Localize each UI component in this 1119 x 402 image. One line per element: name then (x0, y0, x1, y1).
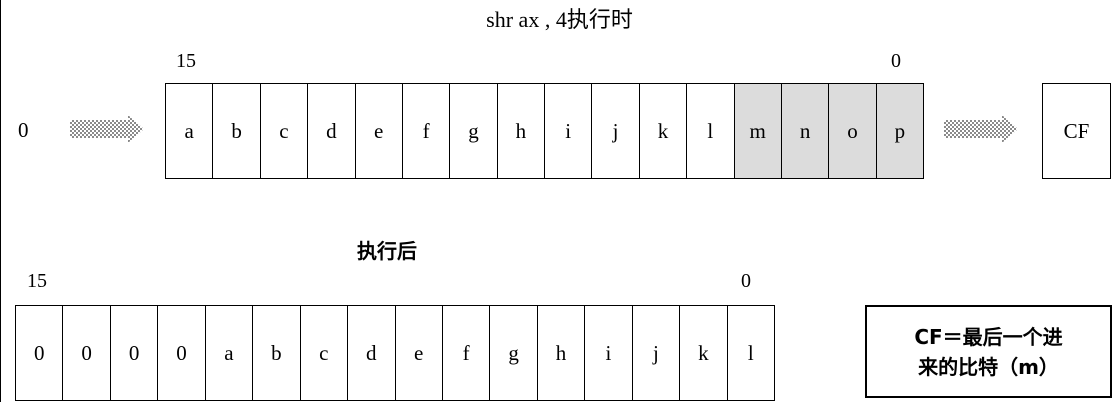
after-bit-high-label: 15 (27, 270, 47, 292)
after-bit-cell: d (348, 306, 396, 400)
after-bit-cell: 0 (158, 306, 206, 400)
note-line-1: CF＝最后一个进 (914, 324, 1063, 349)
shift-out-arrow-icon (944, 115, 1018, 143)
after-bit-cell: j (632, 306, 681, 400)
after-bit-cell: e (395, 306, 443, 400)
after-bit-cell: i (585, 306, 633, 400)
shift-in-arrow-icon (70, 115, 144, 143)
before-bit-cell: a (166, 84, 214, 178)
carry-flag-note: CF＝最后一个进 来的比特（m） (865, 305, 1112, 398)
after-bit-cell: 0 (110, 306, 159, 400)
after-bit-cell: a (205, 306, 254, 400)
after-label: 执行后 (357, 239, 417, 263)
after-bit-cell: b (253, 306, 301, 400)
note-line-2: 来的比特（m） (918, 354, 1059, 379)
after-bit-low-label: 0 (741, 270, 751, 292)
before-bit-cell: k (639, 84, 688, 178)
before-bit-cell: n (781, 84, 830, 178)
after-bit-cell: 0 (63, 306, 111, 400)
before-bit-low-label: 0 (891, 50, 901, 72)
left-border-line (0, 0, 1, 402)
after-bit-cell: c (300, 306, 349, 400)
carry-flag-label: CF (1063, 118, 1090, 143)
before-bit-cell: g (450, 84, 498, 178)
after-bit-cell: 0 (16, 306, 64, 400)
before-bit-cell: h (497, 84, 545, 178)
after-bit-cell: k (680, 306, 728, 400)
after-bit-cell: h (537, 306, 586, 400)
after-bit-cell: g (490, 306, 538, 400)
before-bit-high-label: 15 (176, 50, 196, 72)
before-bit-cell: c (260, 84, 309, 178)
register-after: 0000abcdefghijkl (15, 305, 775, 401)
before-bit-cell: b (213, 84, 261, 178)
before-bit-cell: i (545, 84, 593, 178)
diagram-title: shr ax , 4执行时 (486, 7, 633, 32)
after-bit-cell: l (727, 306, 774, 400)
before-bit-cell: o (829, 84, 877, 178)
after-bit-cell: f (442, 306, 491, 400)
before-bit-cell: p (876, 84, 923, 178)
before-bit-cell: m (734, 84, 782, 178)
before-bit-cell: f (402, 84, 451, 178)
register-before: abcdefghijklmnop (165, 83, 924, 179)
carry-flag-box: CF (1042, 83, 1111, 179)
shift-in-value: 0 (18, 118, 29, 142)
before-bit-cell: j (592, 84, 640, 178)
before-bit-cell: l (687, 84, 735, 178)
before-bit-cell: e (355, 84, 403, 178)
before-bit-cell: d (308, 84, 356, 178)
